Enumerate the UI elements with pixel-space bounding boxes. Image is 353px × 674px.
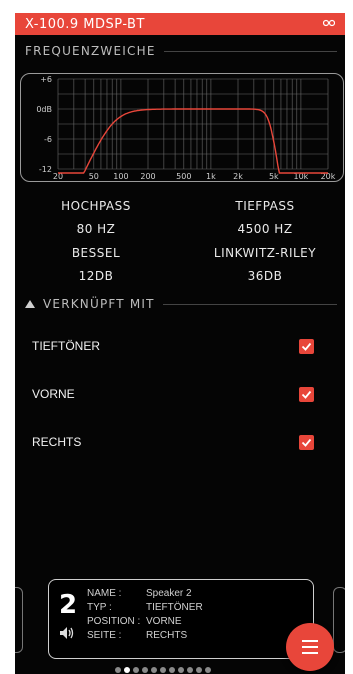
type-key: TYP :: [87, 602, 112, 613]
page-dot[interactable]: [115, 667, 121, 673]
page-indicator[interactable]: [115, 667, 211, 673]
y-tick-label: +6: [40, 75, 52, 84]
menu-button[interactable]: [286, 623, 334, 671]
page-dot[interactable]: [205, 667, 211, 673]
prev-speaker-card[interactable]: [15, 587, 23, 653]
linked-item-tieftoener[interactable]: TIEFTÖNER: [15, 333, 345, 363]
page-dot[interactable]: [142, 667, 148, 673]
linked-item-vorne[interactable]: VORNE: [15, 381, 345, 411]
highpass-slope[interactable]: 12DB: [31, 269, 161, 283]
highpass-label: HOCHPASS: [61, 199, 131, 213]
page-dot[interactable]: [151, 667, 157, 673]
graph-svg: +60dB-6-12 20 50 100 200 500 1k 2k 5k 10k 20k: [36, 75, 335, 181]
divider: [162, 303, 337, 305]
page-dot[interactable]: [160, 667, 166, 673]
linked-item-rechts[interactable]: RECHTS: [15, 429, 345, 459]
type-value: TIEFTÖNER: [146, 602, 203, 613]
side-value: RECHTS: [146, 630, 188, 641]
checkbox-checked-icon[interactable]: [299, 387, 314, 402]
linked-item-label: TIEFTÖNER: [32, 339, 100, 353]
x-tick-label: 100: [113, 172, 128, 181]
response-curve: [58, 108, 328, 174]
lowpass-type[interactable]: LINKWITZ-RILEY: [195, 246, 335, 260]
position-value: VORNE: [146, 616, 182, 627]
collapse-triangle-icon[interactable]: [25, 297, 35, 311]
menu-icon-bar: [302, 646, 318, 648]
lowpass-freq[interactable]: 4500 HZ: [195, 222, 335, 236]
page-dot[interactable]: [124, 667, 130, 673]
linked-item-label: RECHTS: [32, 435, 82, 449]
y-tick-label: -6: [44, 135, 52, 144]
speaker-icon[interactable]: [59, 625, 75, 644]
page-dot[interactable]: [196, 667, 202, 673]
y-tick-label: 0dB: [36, 105, 52, 114]
app-screen: X-100.9 MDSP-BT FREQUENZWEICHE +6 0dB -6 -1…: [15, 13, 345, 674]
checkbox-checked-icon[interactable]: [299, 435, 314, 450]
page-dot[interactable]: [169, 667, 175, 673]
x-tick-label: 1k: [206, 172, 216, 181]
name-value: Speaker 2: [146, 588, 192, 599]
linked-section-title: VERKNÜPFT MIT: [43, 297, 155, 311]
link-icon[interactable]: [322, 19, 336, 30]
crossover-section-title: FREQUENZWEICHE: [25, 44, 156, 58]
checkbox-checked-icon[interactable]: [299, 339, 314, 354]
app-title: X-100.9 MDSP-BT: [25, 16, 145, 32]
lowpass-slope[interactable]: 36DB: [195, 269, 335, 283]
side-key: SEITE :: [87, 630, 122, 641]
linked-section-header[interactable]: VERKNÜPFT MIT: [25, 297, 337, 311]
x-tick-label: 2k: [233, 172, 243, 181]
highpass-freq[interactable]: 80 HZ: [31, 222, 161, 236]
x-tick-label: 500: [176, 172, 191, 181]
page-dot[interactable]: [187, 667, 193, 673]
highpass-type[interactable]: BESSEL: [31, 246, 161, 260]
x-tick-label: 5k: [269, 172, 279, 181]
page-dot[interactable]: [133, 667, 139, 673]
speaker-card[interactable]: 2 NAME : Speaker 2 TYP : TIEFTÖNER POSIT…: [48, 579, 314, 659]
menu-icon: [302, 640, 318, 642]
linked-item-label: VORNE: [32, 387, 75, 401]
crossover-section-header: FREQUENZWEICHE: [25, 44, 337, 58]
position-key: POSITION :: [87, 616, 141, 627]
x-tick-label: 50: [89, 172, 99, 181]
frequency-response-graph[interactable]: +6 0dB -6 -12 20 50 100 200 500 1k 2k 5k 10k 20k: [20, 73, 344, 182]
divider: [163, 50, 337, 52]
page-dot[interactable]: [178, 667, 184, 673]
menu-icon-bar: [302, 652, 318, 654]
speaker-number: 2: [59, 590, 78, 620]
y-tick-label: -12: [39, 165, 52, 174]
lowpass-label: TIEFPASS: [235, 199, 295, 213]
name-key: NAME :: [87, 588, 122, 599]
next-speaker-card[interactable]: [333, 587, 345, 653]
title-bar: X-100.9 MDSP-BT: [15, 13, 345, 35]
x-tick-label: 200: [140, 172, 155, 181]
